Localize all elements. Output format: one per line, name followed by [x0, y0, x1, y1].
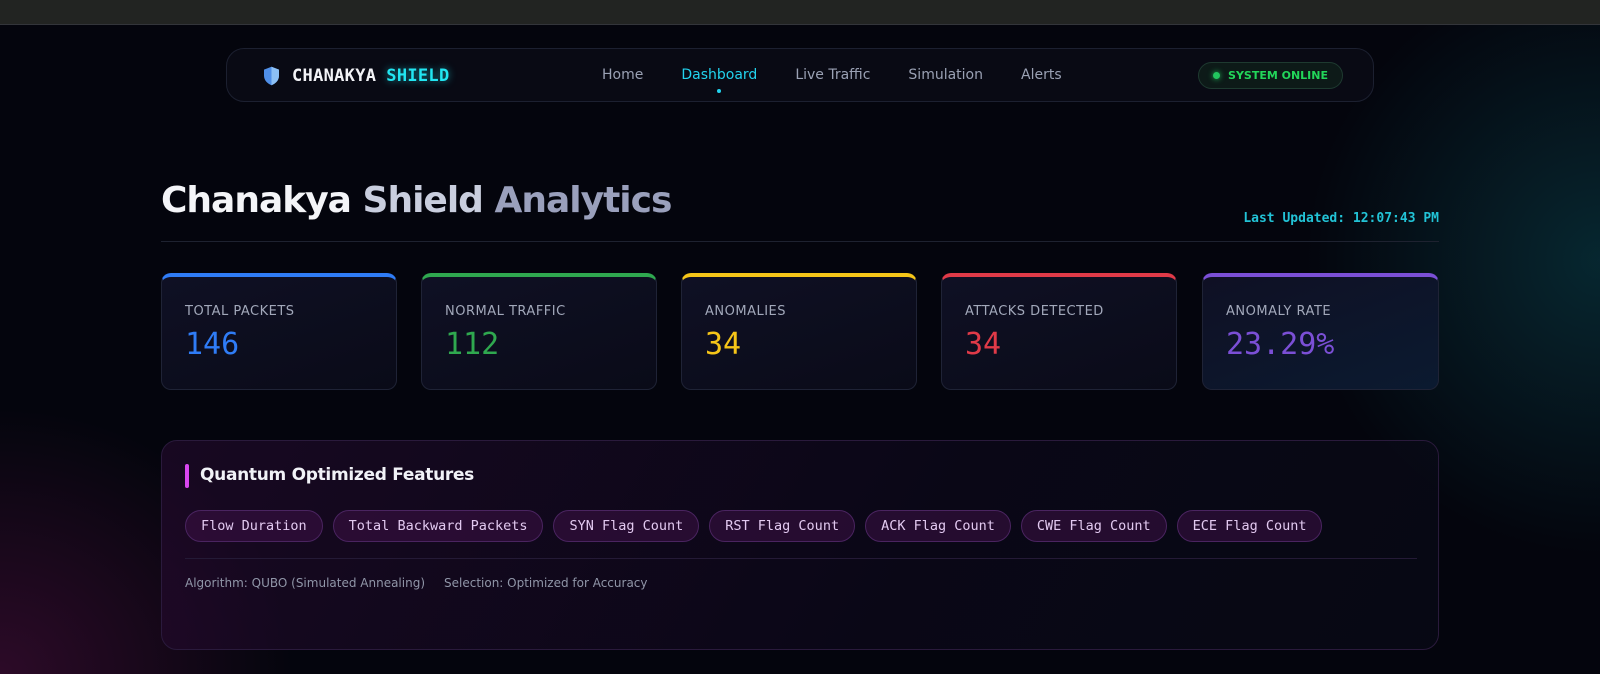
divider — [185, 558, 1417, 559]
top-navigation: CHANAKYA SHIELD Home Dashboard Live Traf… — [226, 48, 1374, 102]
brand-name-first: CHANAKYA — [292, 66, 377, 86]
stat-label: ATTACKS DETECTED — [965, 304, 1104, 319]
nav-link-home[interactable]: Home — [602, 67, 643, 83]
page-title-part-1: Chanakya — [161, 180, 352, 221]
stat-card-anomaly-rate: ANOMALY RATE 23.29% — [1202, 273, 1439, 390]
page-title-part-2: Shield — [362, 180, 484, 221]
stat-label: NORMAL TRAFFIC — [445, 304, 566, 319]
features-title: Quantum Optimized Features — [200, 465, 475, 485]
feature-chip[interactable]: SYN Flag Count — [553, 510, 700, 542]
browser-top-bar — [0, 0, 1600, 25]
brand-logo[interactable]: CHANAKYA SHIELD — [263, 66, 450, 86]
system-status-badge: SYSTEM ONLINE — [1198, 62, 1343, 89]
nav-link-simulation[interactable]: Simulation — [908, 67, 983, 83]
page-title: Chanakya Shield Analytics — [161, 180, 672, 221]
system-status-text: SYSTEM ONLINE — [1228, 69, 1328, 82]
status-dot-icon — [1213, 72, 1221, 79]
stat-label: ANOMALIES — [705, 304, 787, 319]
nav-link-live-traffic[interactable]: Live Traffic — [795, 67, 870, 83]
feature-chip[interactable]: ECE Flag Count — [1176, 510, 1323, 542]
nav-links: Home Dashboard Live Traffic Simulation A… — [602, 67, 1100, 93]
feature-chip[interactable]: Flow Duration — [185, 510, 323, 542]
quantum-features-panel: Quantum Optimized Features Flow Duration… — [161, 440, 1439, 650]
stat-value: 34 — [705, 327, 742, 362]
page-title-part-3: Analytics — [494, 180, 672, 221]
selection-info: Selection: Optimized for Accuracy — [444, 576, 648, 590]
section-accent-bar — [185, 464, 189, 488]
stat-card-anomalies: ANOMALIES 34 — [681, 273, 917, 390]
nav-link-dashboard[interactable]: Dashboard — [681, 67, 757, 93]
shield-icon — [264, 66, 279, 86]
stat-value: 112 — [445, 327, 500, 362]
feature-chip[interactable]: RST Flag Count — [709, 510, 856, 542]
stat-card-total-packets: TOTAL PACKETS 146 — [161, 273, 397, 390]
stat-value: 146 — [185, 327, 240, 362]
stats-cards: TOTAL PACKETS 146 NORMAL TRAFFIC 112 ANO… — [161, 273, 1439, 390]
feature-chip[interactable]: CWE Flag Count — [1020, 510, 1167, 542]
feature-meta: Algorithm: QUBO (Simulated Annealing) Se… — [185, 576, 667, 590]
feature-chip[interactable]: ACK Flag Count — [865, 510, 1011, 542]
stat-card-normal-traffic: NORMAL TRAFFIC 112 — [421, 273, 657, 390]
page-header: Chanakya Shield Analytics Last Updated: … — [161, 180, 1439, 242]
algorithm-info: Algorithm: QUBO (Simulated Annealing) — [185, 576, 425, 590]
nav-link-alerts[interactable]: Alerts — [1021, 67, 1062, 83]
feature-chip[interactable]: Total Backward Packets — [332, 510, 544, 542]
stat-label: ANOMALY RATE — [1226, 304, 1332, 319]
stat-value: 34 — [965, 327, 1002, 362]
brand-name-second: SHIELD — [386, 66, 450, 86]
stat-card-attacks-detected: ATTACKS DETECTED 34 — [941, 273, 1177, 390]
stat-value: 23.29% — [1226, 327, 1335, 362]
last-updated-timestamp: Last Updated: 12:07:43 PM — [1243, 211, 1439, 226]
stat-label: TOTAL PACKETS — [185, 304, 295, 319]
feature-chip-list: Flow Duration Total Backward Packets SYN… — [185, 510, 1332, 542]
